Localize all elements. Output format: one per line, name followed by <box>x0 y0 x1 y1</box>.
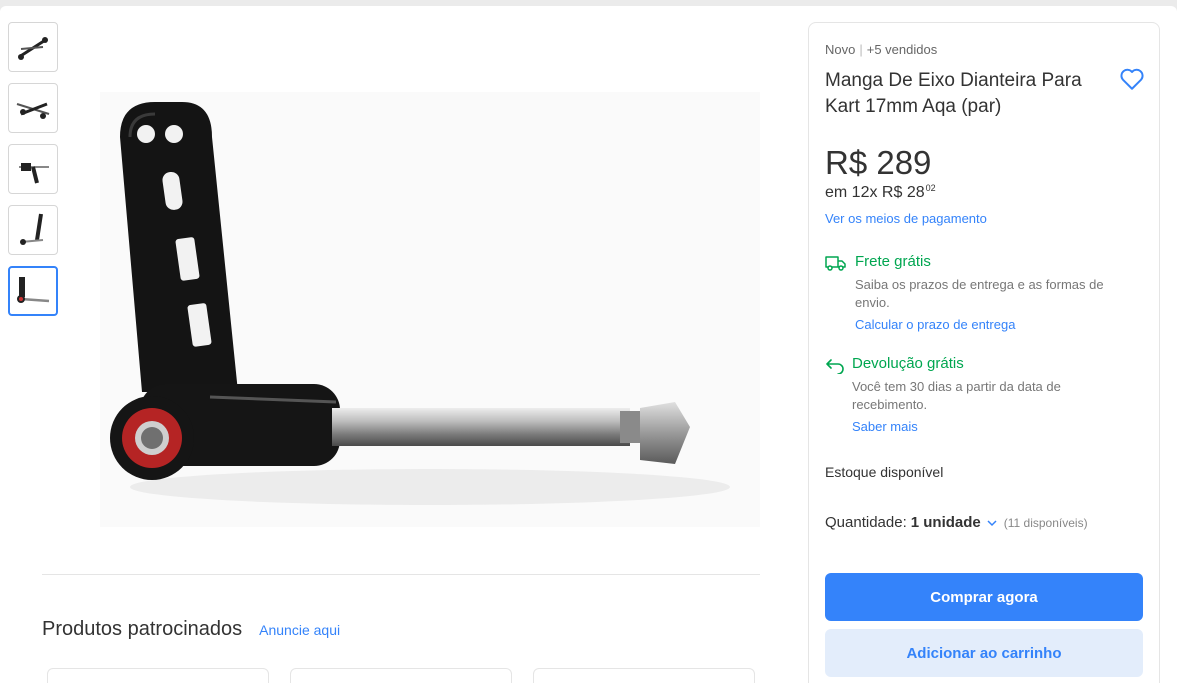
thumbnail-gallery <box>8 22 58 327</box>
quantity-label: Quantidade: <box>825 514 907 531</box>
advertise-link[interactable]: Anuncie aqui <box>259 622 340 638</box>
heart-icon[interactable] <box>1119 67 1145 91</box>
spindle-pair-icon <box>18 37 48 60</box>
thumbnail-1[interactable] <box>8 22 58 72</box>
shipping-description: Saiba os prazos de entrega e as formas d… <box>855 277 1104 310</box>
installments-cents: 02 <box>925 183 936 193</box>
installments-amount: em 12x R$ 28 <box>825 184 925 201</box>
sponsored-products-header: Produtos patrocinados Anuncie aqui <box>42 618 340 641</box>
product-title: Manga De Eixo Dianteira Para Kart 17mm A… <box>825 70 1082 117</box>
subtitle-separator: | <box>859 42 863 57</box>
truck-icon <box>825 256 846 271</box>
condition-label: Novo <box>825 42 856 57</box>
returns-description: Você tem 30 dias a partir da data de rec… <box>852 379 1061 412</box>
sponsored-card[interactable] <box>533 668 755 683</box>
returns-title: Devolução grátis <box>852 355 964 372</box>
payment-methods-link[interactable]: Ver os meios de pagamento <box>825 211 987 226</box>
product-page: Produtos patrocinados Anuncie aqui Novo |… <box>0 6 1177 683</box>
installments-info: em 12x R$ 2802 <box>825 183 936 202</box>
spindle-front-icon <box>17 277 50 303</box>
chevron-down-icon[interactable] <box>986 519 998 527</box>
available-count: (11 disponíveis) <box>1003 515 1088 530</box>
return-arrow-icon <box>826 359 844 374</box>
kart-spindle-icon <box>110 102 730 505</box>
sponsored-card[interactable] <box>47 668 269 683</box>
thumbnail-2[interactable] <box>8 83 58 133</box>
spindle-side-icon <box>19 163 49 184</box>
buy-now-button[interactable]: Comprar agora <box>825 573 1143 621</box>
thumbnail-3[interactable] <box>8 144 58 194</box>
thumbnail-4[interactable] <box>8 205 58 255</box>
sponsored-title: Produtos patrocinados <box>42 618 243 640</box>
add-to-cart-button[interactable]: Adicionar ao carrinho <box>825 629 1143 677</box>
product-price: R$ 289 <box>825 144 932 181</box>
thumbnail-5[interactable] <box>8 266 58 316</box>
product-subtitle: Novo | +5 vendidos <box>825 42 937 57</box>
quantity-value[interactable]: 1 unidade <box>911 514 981 531</box>
sponsored-card[interactable] <box>290 668 512 683</box>
spindle-vertical-icon <box>20 213 44 245</box>
shipping-info: Frete grátis Saiba os prazos de entrega … <box>825 253 1125 332</box>
calculate-shipping-link[interactable]: Calcular o prazo de entrega <box>855 317 1125 332</box>
shipping-title: Frete grátis <box>855 253 931 270</box>
product-main-image[interactable] <box>100 92 760 527</box>
sold-count: +5 vendidos <box>866 42 938 57</box>
returns-info: Devolução grátis Você tem 30 dias a part… <box>825 355 1122 434</box>
spindle-set-icon <box>16 102 50 119</box>
learn-more-link[interactable]: Saber mais <box>852 419 1122 434</box>
quantity-selector[interactable]: Quantidade: 1 unidade (11 disponíveis) <box>825 514 1088 531</box>
content-divider <box>42 574 760 575</box>
stock-status: Estoque disponível <box>825 464 944 480</box>
buy-box: Novo | +5 vendidos Manga De Eixo Dianteira… <box>808 22 1160 683</box>
